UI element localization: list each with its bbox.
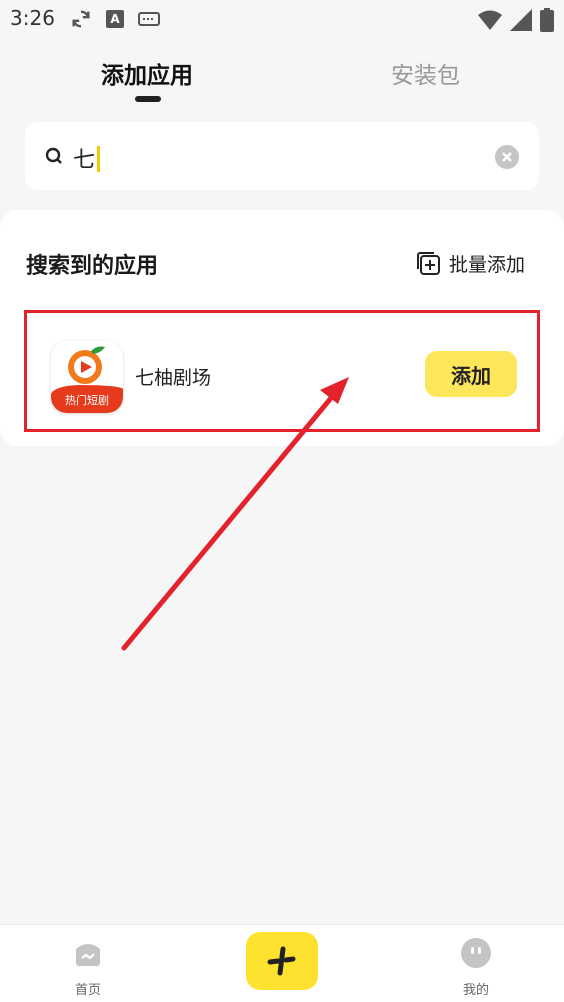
batch-add-label: 批量添加 bbox=[449, 254, 526, 276]
status-time: 3:26 bbox=[10, 6, 55, 30]
wifi-icon bbox=[478, 10, 502, 30]
tab-indicator bbox=[135, 96, 161, 102]
signal-icon bbox=[510, 9, 532, 31]
clear-icon[interactable] bbox=[495, 145, 519, 169]
nav-mine-label: 我的 bbox=[462, 983, 489, 998]
keyboard-icon bbox=[138, 12, 160, 26]
text-notification-icon: A bbox=[106, 10, 124, 28]
status-icons-right bbox=[478, 8, 554, 32]
profile-icon bbox=[461, 938, 491, 968]
home-icon bbox=[76, 944, 100, 966]
app-list-item[interactable]: 热门短剧 七柚剧场 添加 bbox=[24, 310, 540, 432]
battery-icon bbox=[540, 8, 554, 32]
app-name: 七柚剧场 bbox=[135, 367, 212, 389]
add-app-center-button[interactable] bbox=[246, 932, 318, 990]
tab-add-app[interactable]: 添加应用 bbox=[101, 56, 193, 90]
search-icon bbox=[45, 147, 62, 164]
search-value: 七 bbox=[73, 142, 101, 174]
app-icon: 热门短剧 bbox=[51, 341, 123, 413]
results-title: 搜索到的应用 bbox=[26, 254, 159, 279]
sync-icon bbox=[72, 10, 90, 28]
bottom-nav: 首页 我的 bbox=[0, 924, 564, 1002]
add-button[interactable]: 添加 bbox=[425, 351, 517, 397]
nav-home-label: 首页 bbox=[74, 983, 101, 998]
tab-bar: 添加应用 安装包 bbox=[0, 56, 564, 106]
status-bar: 3:26 A bbox=[0, 0, 564, 38]
plus-icon bbox=[267, 946, 296, 976]
text-caret bbox=[97, 146, 101, 172]
batch-add-icon bbox=[417, 252, 440, 275]
search-results-card: 搜索到的应用 批量添加 热门短剧 七柚剧场 添加 bbox=[0, 210, 564, 446]
nav-home[interactable]: 首页 bbox=[58, 937, 118, 998]
search-input[interactable]: 七 bbox=[25, 122, 539, 190]
nav-mine[interactable]: 我的 bbox=[446, 937, 506, 998]
batch-add-button[interactable]: 批量添加 bbox=[416, 250, 525, 277]
status-icons-left: A bbox=[70, 8, 160, 30]
tab-install-package[interactable]: 安装包 bbox=[391, 56, 460, 90]
app-icon-banner: 热门短剧 bbox=[51, 385, 123, 413]
